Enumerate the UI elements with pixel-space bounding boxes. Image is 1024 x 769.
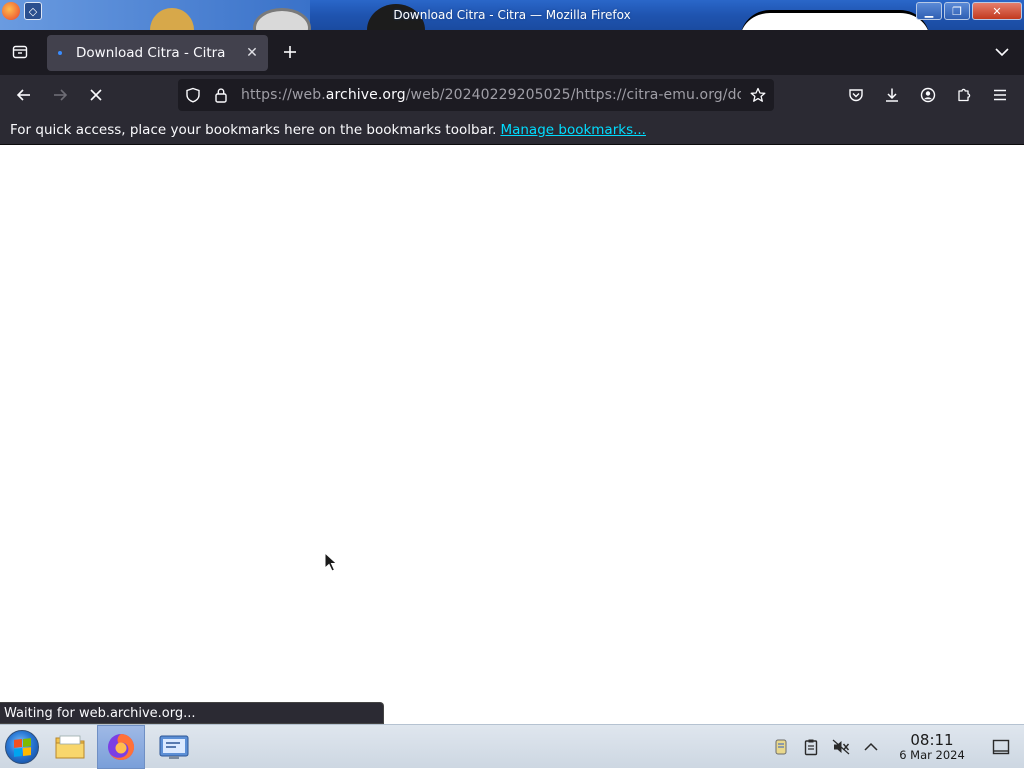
minimize-icon: ▁: [924, 4, 934, 18]
folder-icon: [55, 735, 85, 759]
tab-label: Download Citra - Citra: [76, 45, 226, 61]
stop-x-icon: [90, 89, 102, 101]
menu-button[interactable]: [988, 83, 1012, 107]
minimize-button[interactable]: ▁: [916, 2, 942, 20]
stop-button[interactable]: [84, 83, 108, 107]
firefox-view-icon: [12, 45, 28, 59]
tab-download-citra[interactable]: Download Citra - Citra ✕: [47, 35, 268, 71]
taskbar-control-panel[interactable]: [150, 725, 198, 769]
puzzle-icon: [958, 88, 971, 102]
forward-arrow-icon: [54, 89, 68, 101]
windows-logo-icon: [13, 737, 31, 757]
list-all-tabs-button[interactable]: [992, 42, 1012, 62]
taskbar-clock[interactable]: 08:11 6 Mar 2024: [886, 732, 978, 762]
taskbar-file-manager[interactable]: [46, 725, 94, 769]
pocket-icon: [849, 89, 863, 102]
downloads-button[interactable]: [880, 83, 904, 107]
show-desktop-icon: [992, 739, 1010, 755]
download-icon: [886, 88, 898, 102]
clock-time: 08:11: [910, 731, 954, 749]
back-button[interactable]: [12, 83, 36, 107]
titlebar-wallpaper-decoration: [740, 10, 930, 30]
bookmarks-empty-message: For quick access, place your bookmarks h…: [10, 121, 497, 138]
lock-icon[interactable]: [211, 85, 231, 105]
tab-strip: Download Citra - Citra ✕: [0, 30, 1024, 75]
url-path: /web/20240229205025/https://citra-emu.or…: [405, 87, 741, 103]
start-button[interactable]: [5, 730, 39, 764]
tray-volume-muted-icon[interactable]: [826, 725, 856, 769]
forward-button[interactable]: [48, 83, 72, 107]
tray-expand-chevron-icon[interactable]: [856, 725, 886, 769]
firefox-app-icon[interactable]: [2, 2, 20, 20]
restore-icon: ❐: [952, 4, 962, 18]
tray-clipboard-icon[interactable]: [796, 725, 826, 769]
show-desktop-button[interactable]: [978, 725, 1024, 769]
extensions-button[interactable]: [952, 83, 976, 107]
window-title: Download Citra - Citra — Mozilla Firefox: [393, 8, 631, 22]
url-prefix: https://web.: [241, 87, 326, 103]
bookmark-star-icon[interactable]: [748, 85, 768, 105]
clock-date: 6 Mar 2024: [899, 748, 965, 762]
taskbar: 08:11 6 Mar 2024: [0, 724, 1024, 769]
window-menu-icon[interactable]: ◇: [24, 2, 42, 20]
window-titlebar[interactable]: ◇ Download Citra - Citra — Mozilla Firef…: [0, 0, 1024, 30]
pocket-button[interactable]: [844, 83, 868, 107]
firefox-view-button[interactable]: [8, 40, 32, 64]
hamburger-menu-icon: [994, 89, 1006, 101]
account-icon: [920, 87, 936, 103]
plus-icon: [284, 46, 296, 58]
close-window-button[interactable]: ✕: [972, 2, 1022, 20]
account-button[interactable]: [916, 83, 940, 107]
tab-loading-icon: [58, 51, 62, 55]
url-bar[interactable]: https://web.archive.org/web/202402292050…: [178, 79, 774, 111]
tab-close-button[interactable]: ✕: [242, 45, 262, 61]
manage-bookmarks-link[interactable]: Manage bookmarks...: [500, 122, 646, 138]
url-domain: archive.org: [325, 87, 406, 103]
bookmarks-toolbar: For quick access, place your bookmarks h…: [0, 115, 1024, 145]
maximize-button[interactable]: ❐: [944, 2, 970, 20]
new-tab-button[interactable]: [279, 41, 301, 63]
status-panel: Waiting for web.archive.org...: [0, 702, 384, 724]
page-content-area[interactable]: [0, 145, 1024, 724]
chevron-down-icon: [995, 48, 1009, 57]
close-icon: ✕: [992, 4, 1002, 18]
mouse-cursor-icon: [324, 552, 338, 572]
tracking-protection-shield-icon[interactable]: [183, 85, 203, 105]
firefox-icon: [108, 733, 135, 760]
back-arrow-icon: [16, 89, 30, 101]
url-text[interactable]: https://web.archive.org/web/202402292050…: [241, 87, 741, 103]
system-tray: 08:11 6 Mar 2024: [766, 725, 1024, 769]
control-panel-icon: [159, 735, 189, 759]
navigation-toolbar: https://web.archive.org/web/202402292050…: [0, 75, 1024, 115]
taskbar-firefox[interactable]: [97, 725, 145, 769]
tray-network-icon[interactable]: [766, 725, 796, 769]
